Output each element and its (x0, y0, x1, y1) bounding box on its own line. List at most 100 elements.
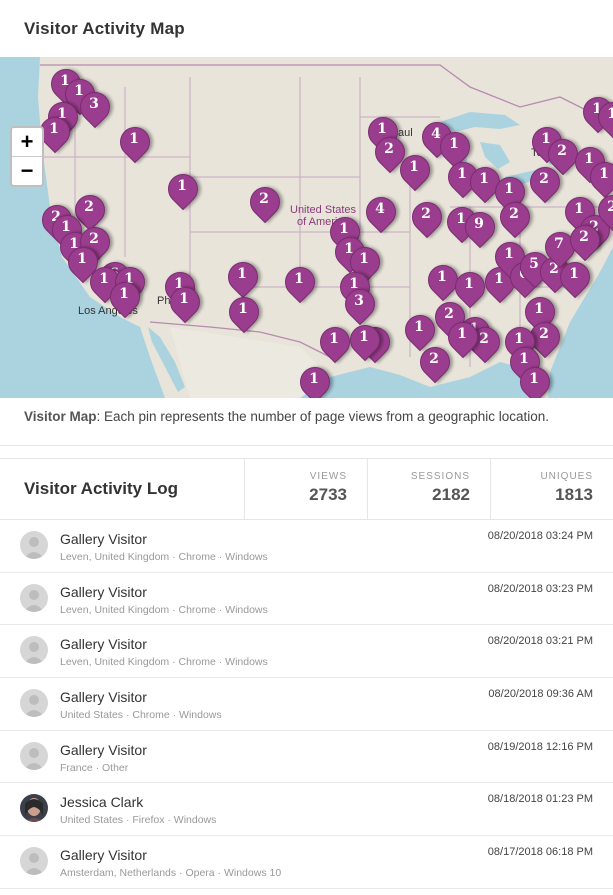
map-pin[interactable]: 1 (161, 167, 205, 212)
map-pin-count: 2 (539, 171, 549, 187)
map-pin-count: 1 (464, 276, 474, 292)
map-pin-count: 1 (329, 331, 339, 347)
map-pin[interactable]: 2 (493, 195, 537, 240)
map-pin-count: 1 (179, 291, 189, 307)
map-pin[interactable]: 1 (553, 255, 597, 300)
visitor-meta: Leven, United Kingdom · Chrome · Windows (60, 603, 268, 616)
map-pin[interactable]: 3 (73, 85, 117, 130)
map-pin-count: 1 (437, 269, 447, 285)
map-pin-count: 2 (607, 199, 613, 215)
map-pin-count: 1 (119, 286, 129, 302)
map-pin[interactable]: 1 (33, 110, 77, 155)
visitor-meta: United States · Firefox · Windows (60, 814, 217, 827)
visitor-name[interactable]: Gallery Visitor (60, 636, 147, 652)
map-pin-count: 3 (354, 293, 364, 309)
map-pin[interactable]: 1 (591, 95, 613, 140)
map-pin-count: 9 (474, 216, 484, 232)
visitor-name[interactable]: Gallery Visitor (60, 742, 147, 758)
visitor-name[interactable]: Gallery Visitor (60, 531, 147, 547)
map-pin[interactable]: 1 (163, 280, 207, 325)
map-pin[interactable]: 1 (421, 258, 465, 303)
map-pin[interactable]: 1 (293, 360, 337, 398)
visitor-map[interactable]: + − United States of America Los Angeles … (0, 57, 613, 398)
map-pin-count: 1 (479, 171, 489, 187)
map-pin-count: 1 (129, 131, 139, 147)
map-pin[interactable]: 1 (398, 308, 442, 353)
avatar (20, 847, 48, 876)
activity-row[interactable]: Gallery Visitor Leven, United Kingdom · … (0, 520, 613, 573)
visitor-name[interactable]: Gallery Visitor (60, 584, 147, 600)
map-pin[interactable]: 2 (243, 180, 287, 225)
map-pin-count: 1 (377, 121, 387, 137)
map-pin[interactable]: 9 (458, 205, 502, 250)
map-pin[interactable]: 1 (343, 318, 387, 363)
activity-row[interactable]: Gallery Visitor Leven, United Kingdom · … (0, 573, 613, 626)
map-pin-count: 1 (309, 371, 319, 387)
visitor-name[interactable]: Gallery Visitor (60, 847, 147, 863)
map-pin[interactable]: 1 (222, 290, 266, 335)
map-pin-count: 1 (599, 166, 609, 182)
visitor-meta: Leven, United Kingdom · Chrome · Windows (60, 656, 268, 669)
visitor-timestamp: 08/20/2018 03:23 PM (487, 582, 593, 595)
map-pin-count: 1 (238, 301, 248, 317)
map-pin[interactable]: 1 (313, 320, 357, 365)
map-pin-count: 1 (359, 251, 369, 267)
map-pin[interactable]: 2 (405, 195, 449, 240)
visitor-meta: Amsterdam, Netherlands · Opera · Windows… (60, 867, 282, 880)
map-pin[interactable]: 1 (463, 160, 507, 205)
map-pin[interactable]: 2 (563, 218, 607, 263)
stat-value: 2733 (309, 485, 347, 504)
avatar (20, 583, 48, 612)
map-pin[interactable]: 1 (513, 360, 557, 398)
avatar (20, 741, 48, 770)
map-pin-count: 2 (557, 143, 567, 159)
map-pin[interactable]: 3 (338, 282, 382, 327)
map-pin-count: 2 (444, 306, 454, 322)
activity-row[interactable]: Gallery Visitor Leven, United Kingdom · … (0, 625, 613, 679)
visitor-name[interactable]: Gallery Visitor (60, 689, 147, 705)
map-pin[interactable]: 2 (523, 160, 567, 205)
map-pin-count: 1 (569, 266, 579, 282)
visitor-meta: Leven, United Kingdom · Chrome · Windows (60, 551, 268, 563)
visitor-timestamp: 08/18/2018 01:23 PM (487, 793, 593, 806)
map-pin-count: 1 (77, 251, 87, 267)
map-pin-count: 2 (421, 206, 431, 222)
map-pin-count: 1 (339, 221, 349, 237)
map-pin-count: 1 (457, 326, 467, 342)
map-pin[interactable]: 1 (103, 275, 147, 320)
map-pin-count: 1 (359, 329, 369, 345)
stat-label: SESSIONS (410, 471, 470, 482)
activity-log-header: Visitor Activity Log VIEWS 2733 SESSIONS… (0, 458, 613, 520)
map-pin[interactable]: 1 (113, 120, 157, 165)
zoom-in-button[interactable]: + (12, 128, 42, 156)
map-pin[interactable]: 1 (221, 255, 265, 300)
map-pin-count: 1 (607, 106, 613, 122)
visitor-timestamp: 08/20/2018 09:36 AM (488, 688, 593, 701)
avatar (20, 531, 48, 559)
map-pin-count: 2 (89, 231, 99, 247)
activity-row[interactable]: Gallery Visitor United States · Chrome ·… (0, 678, 613, 731)
visitor-name[interactable]: Jessica Clark (60, 794, 143, 810)
stat-label: VIEWS (309, 471, 347, 482)
stat-views: VIEWS 2733 (244, 459, 367, 519)
activity-row[interactable]: Gallery Visitor Amsterdam, Netherlands ·… (0, 836, 613, 889)
stat-label: UNIQUES (540, 471, 593, 482)
stat-uniques: UNIQUES 1813 (490, 459, 613, 519)
map-pin-count: 1 (449, 136, 459, 152)
visitor-meta: France · Other (60, 761, 129, 774)
map-panel-title: Visitor Activity Map (24, 18, 185, 38)
map-pin[interactable]: 4 (359, 190, 403, 235)
visitor-timestamp: 08/20/2018 03:24 PM (487, 530, 593, 542)
map-pin[interactable]: 1 (278, 260, 322, 305)
activity-row[interactable]: Gallery Visitor France · Other 08/19/201… (0, 731, 613, 784)
map-pin-count: 2 (579, 229, 589, 245)
activity-row[interactable]: Jessica Clark United States · Firefox · … (0, 783, 613, 837)
zoom-out-button[interactable]: − (12, 156, 42, 185)
map-pin[interactable]: 2 (591, 188, 613, 233)
map-caption-text: : Each pin represents the number of page… (96, 409, 550, 424)
map-pin[interactable]: 1 (393, 148, 437, 193)
map-pin[interactable]: 1 (441, 315, 485, 360)
stat-sessions: SESSIONS 2182 (367, 459, 490, 519)
map-pin-count: 1 (504, 181, 514, 197)
activity-log-title: Visitor Activity Log (24, 479, 178, 498)
